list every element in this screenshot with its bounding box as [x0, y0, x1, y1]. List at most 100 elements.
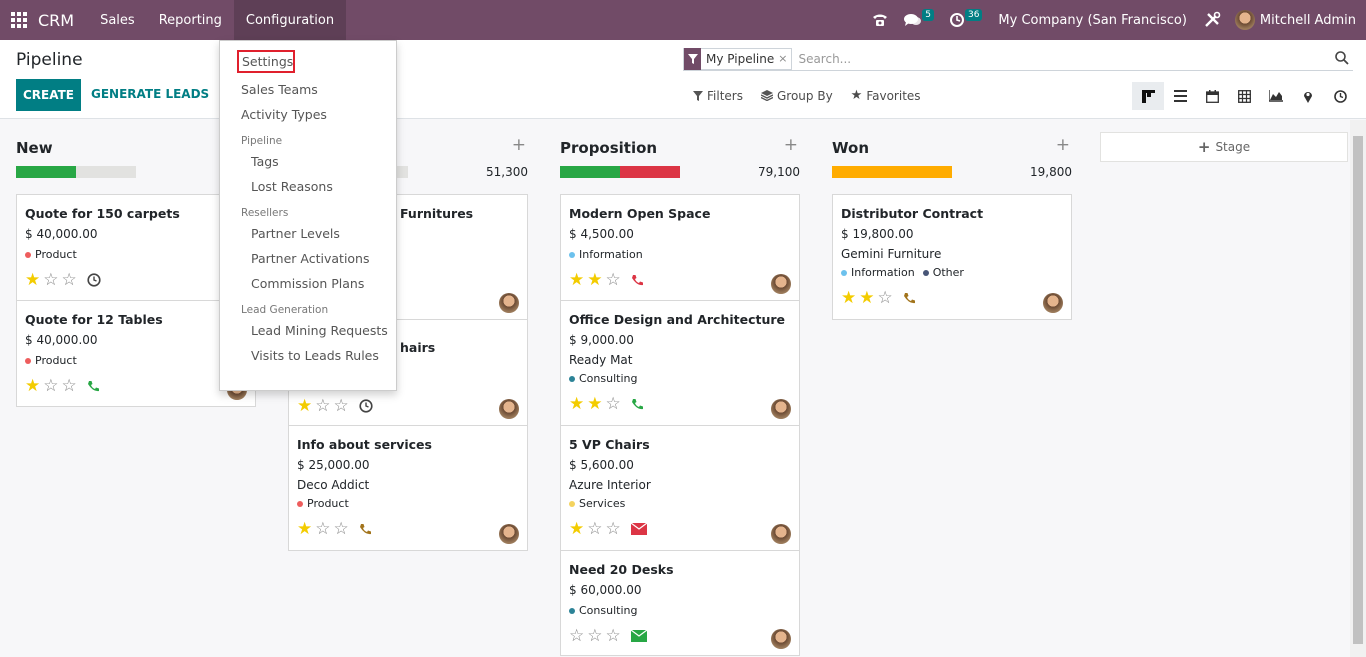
- priority-star-icon[interactable]: ★: [587, 271, 602, 289]
- activity-clock-icon[interactable]: [359, 399, 373, 413]
- groupby-toggle[interactable]: Group By: [760, 88, 833, 103]
- column-progress-bar[interactable]: [832, 166, 952, 178]
- kanban-view-icon[interactable]: [1132, 82, 1164, 110]
- phone-icon[interactable]: [903, 292, 916, 305]
- menu-item-lost-reasons[interactable]: Lost Reasons: [220, 174, 396, 199]
- priority-star-icon[interactable]: ☆: [43, 377, 58, 395]
- email-icon[interactable]: [630, 630, 647, 642]
- priority-star-icon[interactable]: ★: [25, 271, 40, 289]
- email-icon[interactable]: [630, 523, 647, 535]
- vertical-scrollbar[interactable]: [1350, 120, 1366, 657]
- priority-star-icon[interactable]: ★: [569, 395, 584, 413]
- priority-star-icon[interactable]: ☆: [334, 520, 349, 538]
- app-brand[interactable]: CRM: [38, 11, 74, 30]
- priority-star-icon[interactable]: ☆: [606, 520, 621, 538]
- company-switcher[interactable]: My Company (San Francisco): [998, 13, 1186, 28]
- priority-star-icon[interactable]: ★: [569, 520, 584, 538]
- priority-star-icon[interactable]: ★: [569, 271, 584, 289]
- salesperson-avatar[interactable]: [771, 399, 791, 419]
- calendar-view-icon[interactable]: [1196, 82, 1228, 110]
- column-header[interactable]: Won + 19,800: [832, 120, 1072, 179]
- priority-star-icon[interactable]: ☆: [62, 271, 77, 289]
- phone-icon[interactable]: [631, 274, 644, 287]
- filters-toggle[interactable]: Filters: [693, 88, 743, 103]
- menu-item-sales-teams[interactable]: Sales Teams: [220, 77, 396, 102]
- priority-star-icon[interactable]: ☆: [43, 271, 58, 289]
- activity-clock-icon[interactable]: [87, 273, 101, 287]
- pivot-view-icon[interactable]: [1228, 82, 1260, 110]
- column-header[interactable]: Proposition + 79,100: [560, 120, 800, 179]
- menu-item-visits-to-leads-rules[interactable]: Visits to Leads Rules: [220, 343, 396, 368]
- debug-tools-icon[interactable]: [1203, 11, 1221, 29]
- graph-view-icon[interactable]: [1260, 82, 1292, 110]
- menu-item-activity-types[interactable]: Activity Types: [220, 102, 396, 127]
- phone-icon[interactable]: [631, 398, 644, 411]
- facet-remove-icon[interactable]: ×: [778, 52, 791, 65]
- priority-star-icon[interactable]: ☆: [569, 627, 584, 645]
- scrollbar-thumb[interactable]: [1353, 136, 1363, 644]
- priority-star-icon[interactable]: ★: [297, 520, 312, 538]
- salesperson-avatar[interactable]: [499, 399, 519, 419]
- menu-item-settings[interactable]: Settings: [237, 50, 295, 73]
- priority-star-icon[interactable]: ★: [25, 377, 40, 395]
- search-input[interactable]: Search...: [798, 52, 851, 66]
- kanban-card[interactable]: Modern Open Space $ 4,500.00 Information…: [560, 194, 800, 301]
- menu-item-commission-plans[interactable]: Commission Plans: [220, 271, 396, 296]
- menu-item-partner-levels[interactable]: Partner Levels: [220, 221, 396, 246]
- kanban-column-proposition: Proposition + 79,100 Modern Open Space $…: [560, 120, 800, 656]
- search-icon[interactable]: [1335, 51, 1349, 68]
- priority-star-icon[interactable]: ☆: [878, 289, 893, 307]
- priority-star-icon[interactable]: ☆: [62, 377, 77, 395]
- quick-create-plus-icon[interactable]: +: [784, 135, 798, 155]
- menu-configuration[interactable]: Configuration: [233, 0, 347, 40]
- menu-item-partner-activations[interactable]: Partner Activations: [220, 246, 396, 271]
- kanban-card[interactable]: Distributor Contract $ 19,800.00 Gemini …: [832, 194, 1072, 320]
- phone-icon[interactable]: [359, 523, 372, 536]
- kanban-card[interactable]: 5 VP Chairs $ 5,600.00 Azure Interior Se…: [560, 425, 800, 551]
- voip-phone-icon[interactable]: [872, 13, 888, 27]
- activity-view-icon[interactable]: [1324, 82, 1356, 110]
- map-view-icon[interactable]: [1292, 82, 1324, 110]
- priority-star-icon[interactable]: ★: [841, 289, 856, 307]
- create-button[interactable]: CREATE: [16, 79, 81, 111]
- menu-item-lead-mining-requests[interactable]: Lead Mining Requests: [220, 318, 396, 343]
- kanban-card[interactable]: Info about services $ 25,000.00 Deco Add…: [288, 425, 528, 551]
- priority-star-icon[interactable]: ☆: [334, 397, 349, 415]
- salesperson-avatar[interactable]: [499, 293, 519, 313]
- add-stage-button[interactable]: + Stage: [1100, 132, 1348, 162]
- kanban-card[interactable]: Need 20 Desks $ 60,000.00 Consulting ☆ ☆ ☆: [560, 550, 800, 656]
- salesperson-avatar[interactable]: [1043, 293, 1063, 313]
- chat-messages-icon[interactable]: 5: [904, 9, 934, 27]
- salesperson-avatar[interactable]: [771, 524, 791, 544]
- column-progress-bar[interactable]: [560, 166, 680, 178]
- card-amount: $ 9,000.00: [569, 333, 634, 347]
- phone-icon[interactable]: [87, 380, 100, 393]
- favorites-toggle[interactable]: ★ Favorites: [851, 88, 921, 103]
- salesperson-avatar[interactable]: [771, 274, 791, 294]
- priority-star-icon[interactable]: ☆: [606, 271, 621, 289]
- priority-star-icon[interactable]: ☆: [606, 395, 621, 413]
- generate-leads-button[interactable]: GENERATE LEADS: [91, 87, 209, 101]
- priority-star-icon[interactable]: ☆: [315, 520, 330, 538]
- quick-create-plus-icon[interactable]: +: [512, 135, 526, 155]
- user-menu[interactable]: Mitchell Admin: [1234, 10, 1356, 30]
- priority-star-icon[interactable]: ☆: [606, 627, 621, 645]
- kanban-card[interactable]: Office Design and Architecture $ 9,000.0…: [560, 300, 800, 426]
- column-title: Won: [832, 139, 869, 157]
- priority-star-icon[interactable]: ★: [587, 395, 602, 413]
- salesperson-avatar[interactable]: [771, 629, 791, 649]
- priority-star-icon[interactable]: ★: [297, 397, 312, 415]
- salesperson-avatar[interactable]: [499, 524, 519, 544]
- column-progress-bar[interactable]: [16, 166, 136, 178]
- app-switcher-icon[interactable]: [0, 12, 38, 28]
- priority-star-icon[interactable]: ☆: [315, 397, 330, 415]
- menu-item-tags[interactable]: Tags: [220, 149, 396, 174]
- priority-star-icon[interactable]: ★: [859, 289, 874, 307]
- list-view-icon[interactable]: [1164, 82, 1196, 110]
- activity-clock-icon[interactable]: 36: [949, 9, 983, 27]
- menu-sales[interactable]: Sales: [88, 0, 147, 40]
- priority-star-icon[interactable]: ☆: [587, 627, 602, 645]
- menu-reporting[interactable]: Reporting: [147, 0, 234, 40]
- priority-star-icon[interactable]: ☆: [587, 520, 602, 538]
- quick-create-plus-icon[interactable]: +: [1056, 135, 1070, 155]
